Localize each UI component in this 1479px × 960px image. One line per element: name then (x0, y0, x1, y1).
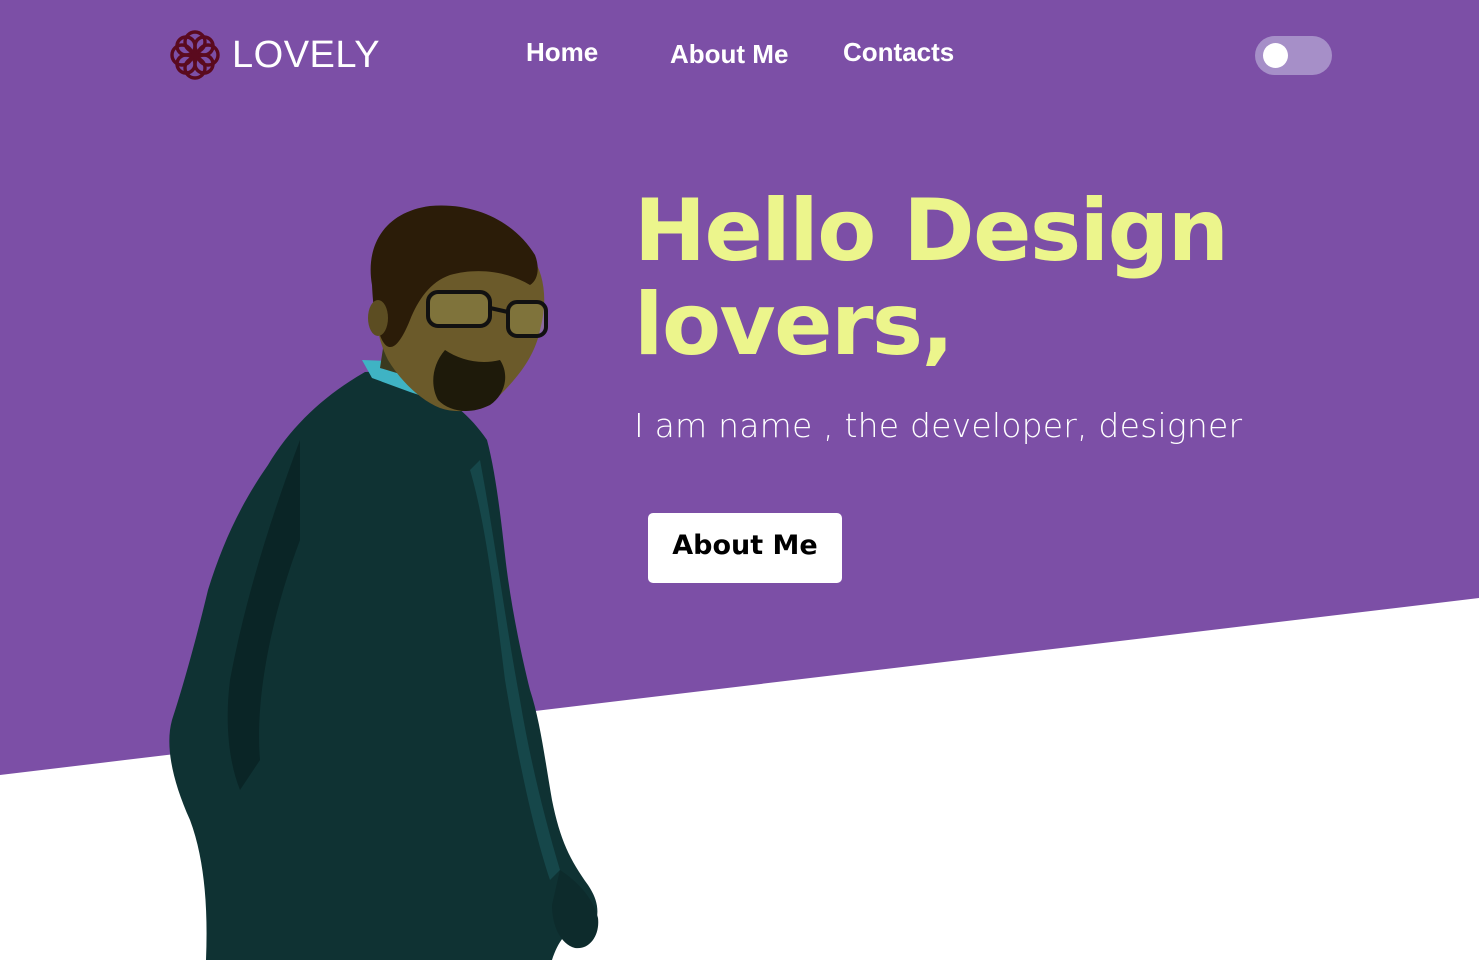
page: LOVELY Home About Me Contacts Hello Desi… (0, 0, 1479, 960)
nav-about-link[interactable]: About Me (670, 39, 788, 70)
hero-title-line2: lovers, (634, 275, 954, 375)
brand-name: LOVELY (232, 33, 381, 76)
portrait-image (169, 205, 599, 960)
nav-contacts-link[interactable]: Contacts (843, 37, 954, 68)
hero-title: Hello Design lovers, (634, 184, 1354, 372)
hero-title-line1: Hello Design (634, 181, 1229, 281)
hero-subtitle: I am name , the developer, designer (634, 406, 1243, 445)
nav-home-link[interactable]: Home (526, 37, 598, 68)
brand-logo[interactable]: LOVELY (168, 28, 380, 82)
theme-toggle[interactable] (1255, 36, 1332, 75)
toggle-knob (1263, 43, 1288, 68)
flower-knot-icon (170, 30, 220, 80)
about-me-button[interactable]: About Me (648, 513, 842, 583)
